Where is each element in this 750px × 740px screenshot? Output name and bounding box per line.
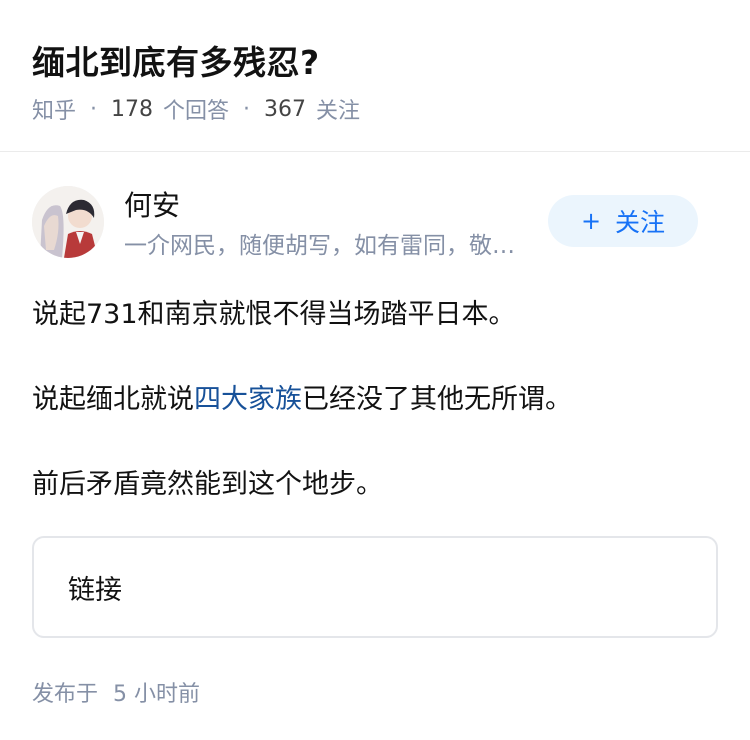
answer-paragraph: 说起731和南京就恨不得当场踏平日本。 — [32, 299, 516, 330]
post-time: 发布于 5 小时前 — [32, 676, 200, 708]
link-card-label: 链接 — [68, 574, 122, 606]
follow-button-label: 关注 — [615, 208, 666, 237]
divider — [0, 151, 750, 152]
post-time-unit: 小时前 — [134, 682, 201, 707]
follow-button[interactable]: + 关注 — [548, 195, 698, 247]
post-time-prefix: 发布于 — [32, 682, 99, 707]
post-time-value: 5 — [113, 682, 128, 707]
author-name[interactable]: 何安 — [124, 184, 180, 224]
separator-dot: · — [243, 96, 251, 122]
paragraph-text: 已经没了其他无所谓。 — [302, 384, 572, 415]
author-avatar[interactable] — [32, 186, 104, 258]
question-meta: 知乎 · 178 个回答 · 367 关注 — [32, 94, 361, 125]
answer-paragraph: 前后矛盾竟然能到这个地步。 — [32, 469, 383, 500]
source-label: 知乎 — [32, 99, 77, 124]
topic-link[interactable]: 四大家族 — [194, 384, 302, 415]
plus-icon: + — [580, 207, 602, 235]
answer-count: 178 — [111, 96, 154, 122]
author-bio: 一介网民，随便胡写，如有雷同，敬请谅解 — [124, 233, 536, 259]
link-card[interactable]: 链接 — [32, 536, 718, 638]
answer-paragraph: 说起缅北就说四大家族已经没了其他无所谓。 — [32, 377, 572, 416]
follower-count: 367 — [264, 96, 307, 122]
answer-count-label: 个回答 — [163, 99, 230, 124]
avatar-illustration — [32, 186, 104, 258]
follower-count-label: 关注 — [316, 99, 361, 124]
question-title[interactable]: 缅北到底有多残忍? — [32, 36, 320, 84]
paragraph-text: 说起缅北就说 — [32, 384, 194, 415]
separator-dot: · — [90, 96, 98, 122]
